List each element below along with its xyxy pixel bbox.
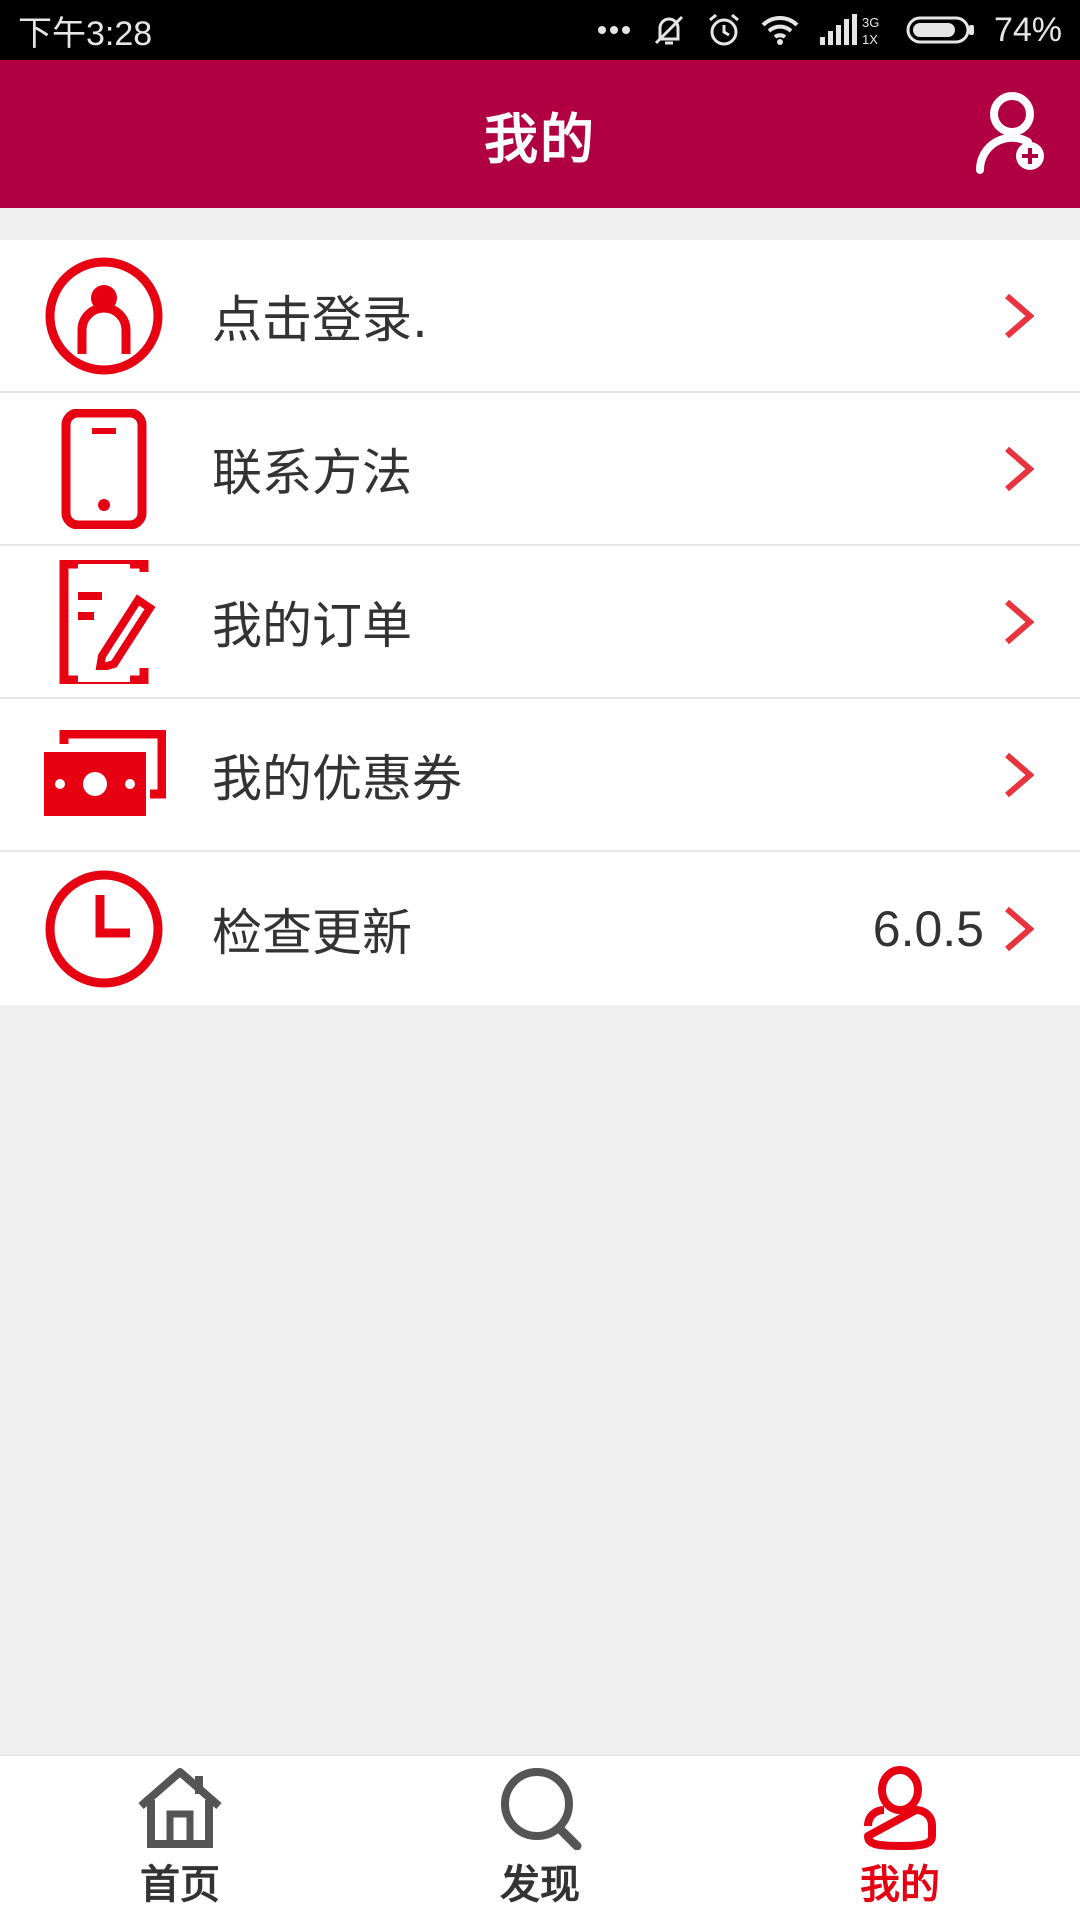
menu-item-orders[interactable]: 我的订单 bbox=[0, 546, 1080, 699]
nav-item-home[interactable]: 首页 bbox=[50, 1766, 310, 1910]
menu-item-label: 检查更新 bbox=[212, 903, 412, 962]
svg-text:3G: 3G bbox=[862, 15, 879, 30]
chevron-right-icon bbox=[998, 749, 1038, 801]
menu-list: 点击登录. 联系方法 我的订单 我的优惠券 检查更新 6.0.5 bbox=[0, 240, 1080, 1005]
mute-bell-icon bbox=[654, 15, 683, 45]
menu-item-label: 联系方法 bbox=[212, 443, 412, 502]
more-dots-icon bbox=[597, 26, 630, 34]
app-header: 我的 bbox=[0, 60, 1080, 208]
bottom-nav: 首页 发现 我的 bbox=[0, 1755, 1080, 1920]
clock-icon bbox=[42, 867, 166, 991]
order-edit-icon bbox=[42, 559, 166, 684]
chevron-right-icon bbox=[998, 596, 1038, 648]
nav-label: 我的 bbox=[860, 1862, 940, 1908]
menu-item-check-update[interactable]: 检查更新 6.0.5 bbox=[0, 852, 1080, 1005]
coupon-cash-icon bbox=[42, 713, 166, 837]
menu-item-label: 点击登录. bbox=[212, 290, 428, 349]
nav-label: 首页 bbox=[140, 1862, 220, 1908]
phone-icon bbox=[42, 407, 166, 531]
wifi-icon bbox=[761, 15, 799, 45]
nav-item-discover[interactable]: 发现 bbox=[410, 1766, 670, 1910]
status-bar: 下午3:28 3G 1X 74% bbox=[0, 0, 1080, 60]
svg-text:1X: 1X bbox=[862, 32, 878, 47]
add-user-icon bbox=[975, 92, 1044, 174]
home-icon bbox=[135, 1766, 225, 1850]
add-user-button[interactable] bbox=[974, 90, 1050, 174]
version-value: 6.0.5 bbox=[872, 900, 984, 957]
signal-icon: 3G 1X bbox=[819, 14, 879, 47]
chevron-right-icon bbox=[998, 443, 1038, 495]
battery-level: 74% bbox=[993, 10, 1062, 49]
alarm-icon bbox=[708, 13, 739, 46]
nav-label: 发现 bbox=[500, 1862, 580, 1908]
status-icons: 3G 1X 74% bbox=[596, 11, 1062, 50]
menu-item-coupons[interactable]: 我的优惠券 bbox=[0, 699, 1080, 852]
chevron-right-icon bbox=[998, 290, 1038, 342]
user-circle-icon bbox=[42, 254, 166, 378]
nav-item-mine[interactable]: 我的 bbox=[770, 1766, 1030, 1910]
search-icon bbox=[495, 1766, 585, 1850]
menu-item-label: 我的订单 bbox=[212, 596, 412, 655]
chevron-right-icon bbox=[998, 903, 1038, 955]
status-time: 下午3:28 bbox=[18, 14, 153, 53]
menu-item-contact[interactable]: 联系方法 bbox=[0, 393, 1080, 546]
menu-item-label: 我的优惠券 bbox=[212, 749, 462, 808]
battery-icon bbox=[906, 16, 974, 44]
menu-item-login[interactable]: 点击登录. bbox=[0, 240, 1080, 393]
user-icon bbox=[855, 1766, 945, 1850]
page-title: 我的 bbox=[484, 107, 596, 171]
